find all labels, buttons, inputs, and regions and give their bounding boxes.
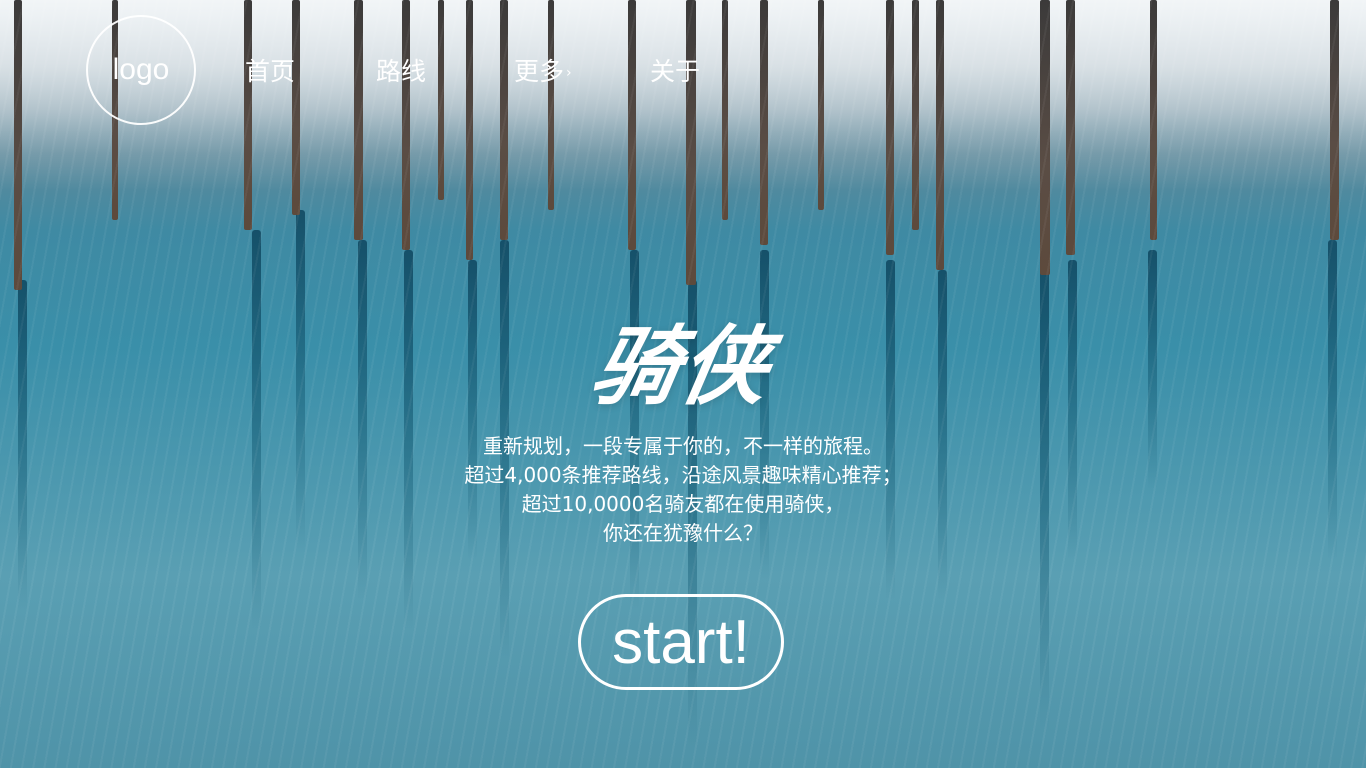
nav-item-routes[interactable]: 路线 <box>376 52 426 88</box>
nav-item-more[interactable]: 更多 › <box>514 52 572 88</box>
hero-title: 骑侠 <box>584 317 779 417</box>
hero-line: 超过4,000条推荐路线，沿途风景趣味精心推荐； <box>464 463 902 487</box>
nav-item-about[interactable]: 关于 <box>650 52 700 88</box>
nav-item-more-label: 更多 <box>514 57 565 86</box>
start-button[interactable]: start! <box>578 594 784 690</box>
logo[interactable]: logo <box>86 15 196 125</box>
hero-line: 重新规划，一段专属于你的，不一样的旅程。 <box>483 434 883 458</box>
hero-line: 你还在犹豫什么？ <box>603 521 763 545</box>
hero-description: 重新规划，一段专属于你的，不一样的旅程。 超过4,000条推荐路线，沿途风景趣味… <box>0 432 1366 548</box>
nav-item-home[interactable]: 首页 <box>245 52 295 88</box>
hero-line: 超过10,0000名骑友都在使用骑侠， <box>521 492 845 516</box>
chevron-right-icon: › <box>566 65 572 81</box>
